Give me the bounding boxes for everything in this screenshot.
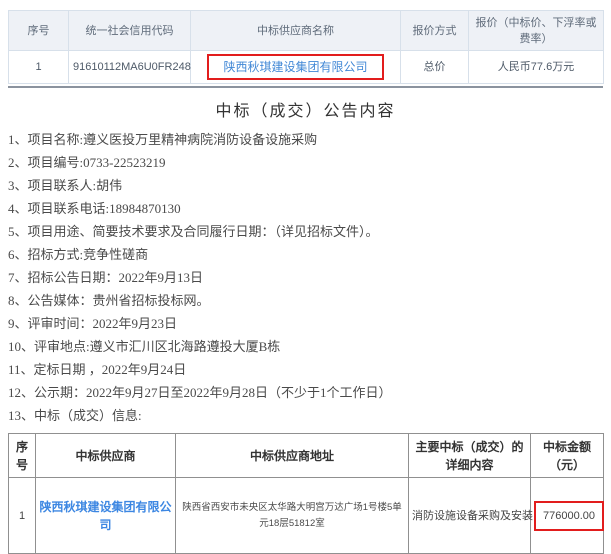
cell-credit-code: 91610112MA6U0FR248 (69, 51, 191, 84)
cell-supplier: 陕西秋琪建设集团有限公司 (36, 478, 176, 554)
cell-award-content: 消防设施设备采购及安装 (409, 478, 531, 554)
col-header-award-amount: 中标金额（元） (531, 434, 604, 478)
cell-quote-method: 总价 (401, 51, 469, 84)
col-header-supplier: 中标供应商 (36, 434, 176, 478)
bid-summary-table: 序号 统一社会信用代码 中标供应商名称 报价方式 报价（中标价、下浮率或费率） … (8, 10, 604, 84)
item-award-info-label: 13、中标（成交）信息: (8, 404, 603, 427)
item-announce-media: 8、公告媒体：贵州省招标投标网。 (8, 289, 603, 312)
summary-header-row: 序号 统一社会信用代码 中标供应商名称 报价方式 报价（中标价、下浮率或费率） (9, 11, 604, 51)
cell-supplier-name: 陕西秋琪建设集团有限公司 (191, 51, 401, 84)
cell-supplier-address: 陕西省西安市未央区太华路大明宫万达广场1号楼5单元18层51812室 (176, 478, 409, 554)
col-header-credit-code: 统一社会信用代码 (69, 11, 191, 51)
cell-award-amount: 776000.00 (531, 478, 604, 554)
award-amount-highlight: 776000.00 (534, 501, 604, 531)
col-header-award-content: 主要中标（成交）的详细内容 (409, 434, 531, 478)
item-project-name: 1、项目名称:遵义医投万里精神病院消防设备设施采购 (8, 128, 603, 151)
cell-quote-price: 人民币77.6万元 (469, 51, 604, 84)
col-header-index: 序号 (9, 11, 69, 51)
item-contact-person: 3、项目联系人:胡伟 (8, 174, 603, 197)
item-bid-method: 6、招标方式:竞争性磋商 (8, 243, 603, 266)
summary-data-row: 1 91610112MA6U0FR248 陕西秋琪建设集团有限公司 总价 人民币… (9, 51, 604, 84)
item-award-date: 11、定标日期 ，2022年9月24日 (8, 358, 603, 381)
detail-header-row: 序号 中标供应商 中标供应商地址 主要中标（成交）的详细内容 中标金额（元） (9, 434, 604, 478)
award-detail-table: 序号 中标供应商 中标供应商地址 主要中标（成交）的详细内容 中标金额（元） 1… (8, 433, 604, 554)
section-divider (8, 86, 603, 88)
detail-data-row: 1 陕西秋琪建设集团有限公司 陕西省西安市未央区太华路大明宫万达广场1号楼5单元… (9, 478, 604, 554)
announcement-items: 1、项目名称:遵义医投万里精神病院消防设备设施采购 2、项目编号:0733-22… (8, 128, 603, 427)
col-header-supplier-address: 中标供应商地址 (176, 434, 409, 478)
col-header-quote-method: 报价方式 (401, 11, 469, 51)
col-header-index: 序号 (9, 434, 36, 478)
supplier-link[interactable]: 陕西秋琪建设集团有限公司 (207, 54, 383, 80)
item-review-place: 10、评审地点:遵义市汇川区北海路遵投大厦B栋 (8, 335, 603, 358)
cell-index: 1 (9, 478, 36, 554)
cell-index: 1 (9, 51, 69, 84)
item-publicity-period: 12、公示期：2022年9月27日至2022年9月28日（不少于1个工作日） (8, 381, 603, 404)
col-header-quote-price: 报价（中标价、下浮率或费率） (469, 11, 604, 51)
supplier-link[interactable]: 陕西秋琪建设集团有限公司 (39, 498, 172, 534)
item-project-usage: 5、项目用途、简要技术要求及合同履行日期：（详见招标文件）。 (8, 220, 603, 243)
item-announce-date: 7、招标公告日期：2022年9月13日 (8, 266, 603, 289)
page-title: 中标（成交）公告内容 (8, 97, 603, 121)
item-contact-phone: 4、项目联系电话:18984870130 (8, 197, 603, 220)
announcement-page: 序号 统一社会信用代码 中标供应商名称 报价方式 报价（中标价、下浮率或费率） … (0, 0, 611, 549)
col-header-supplier-name: 中标供应商名称 (191, 11, 401, 51)
item-project-number: 2、项目编号:0733-22523219 (8, 151, 603, 174)
item-review-time: 9、评审时间：2022年9月23日 (8, 312, 603, 335)
